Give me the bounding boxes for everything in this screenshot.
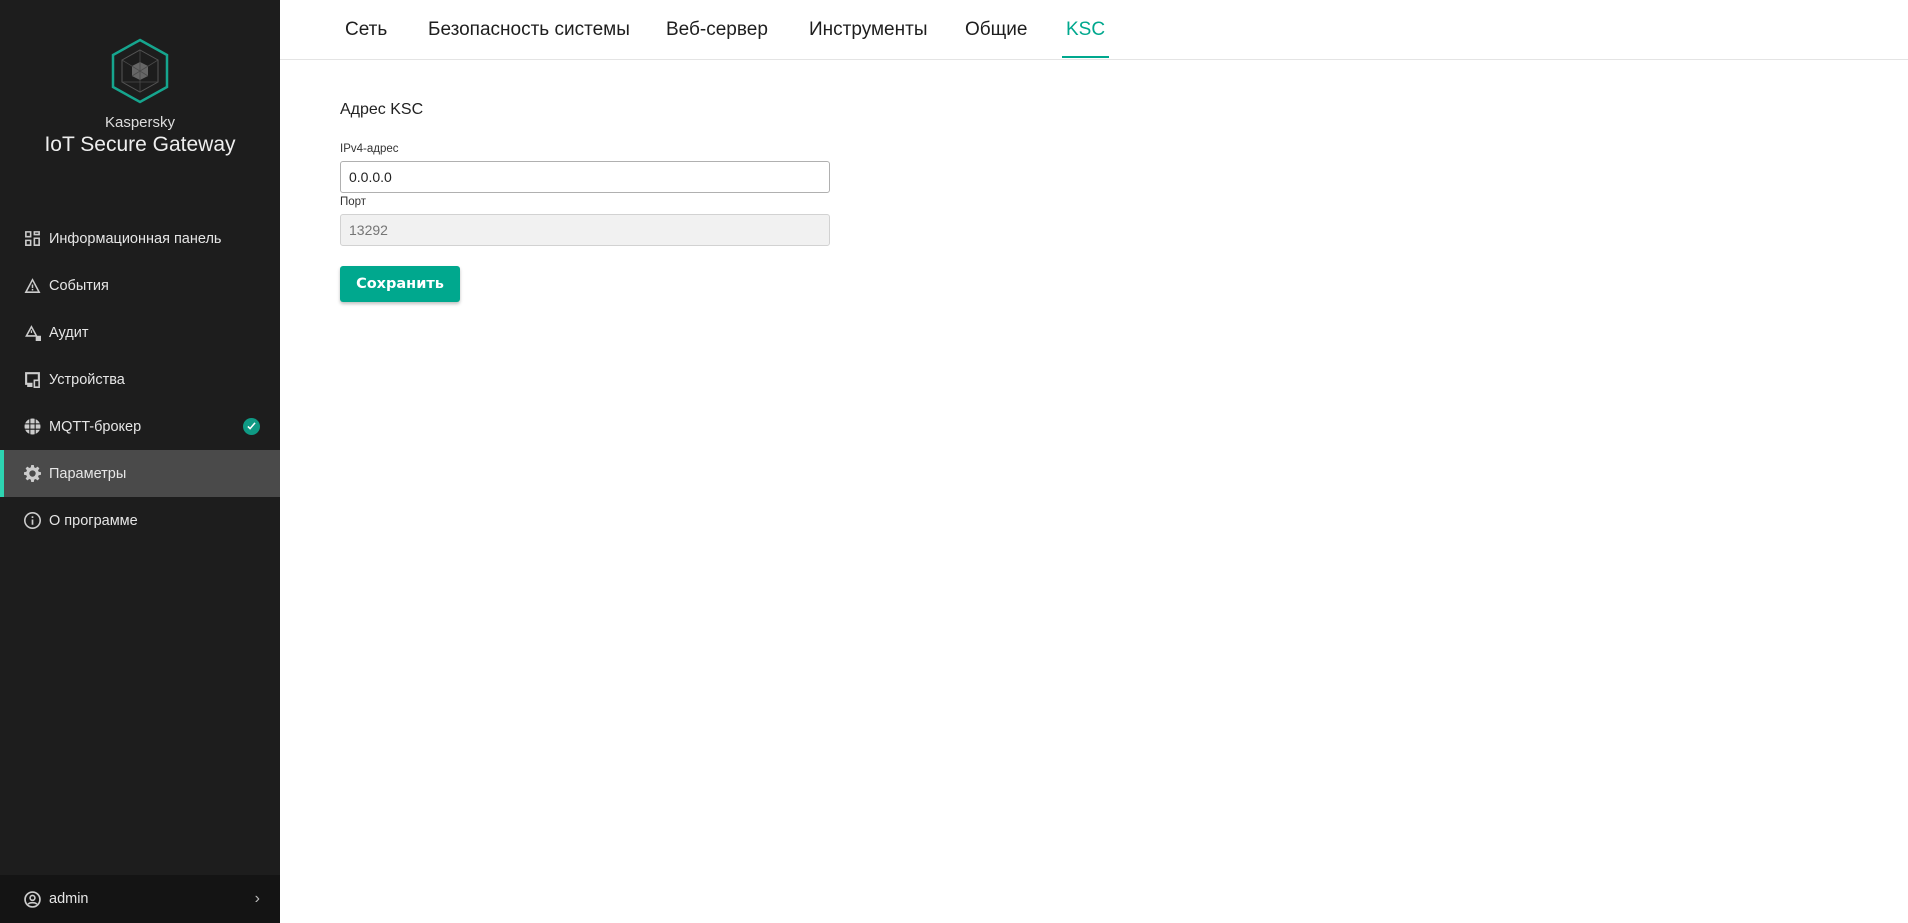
tab-network[interactable]: Сеть	[345, 19, 387, 56]
sidebar-item-label: MQTT-брокер	[49, 418, 142, 435]
brand-product: IoT Secure Gateway	[44, 133, 236, 156]
sidebar-item-label: События	[49, 277, 109, 294]
check-icon	[247, 422, 256, 430]
port-label: Порт	[340, 196, 367, 208]
sidebar-item-label: О программе	[49, 512, 138, 529]
sidebar-item-events[interactable]: События	[0, 262, 280, 309]
ipv4-input[interactable]	[340, 161, 830, 193]
sidebar-item-label: Аудит	[49, 324, 89, 341]
sidebar-item-label: Параметры	[49, 465, 127, 482]
section-title: Адрес KSC	[340, 101, 424, 118]
sidebar-item-mqtt[interactable]: MQTT-брокер	[0, 403, 280, 450]
username: admin	[49, 891, 89, 907]
brand-vendor: Kaspersky	[104, 114, 176, 131]
gear-icon	[24, 465, 41, 482]
user-icon	[24, 890, 41, 908]
info-icon	[24, 512, 41, 529]
tab-web-server[interactable]: Веб-сервер	[666, 19, 768, 56]
sidebar-item-settings[interactable]: Параметры	[0, 450, 280, 497]
tab-ksc[interactable]: KSC	[1062, 19, 1110, 58]
audit-icon	[25, 325, 41, 341]
dashboard-icon	[25, 231, 40, 246]
tab-tools[interactable]: Инструменты	[809, 19, 927, 56]
sidebar-nav: Информационная панель События Аудит Устр…	[0, 215, 280, 544]
sidebar: Kaspersky IoT Secure Gateway Информацион…	[0, 0, 280, 923]
devices-icon	[25, 372, 40, 388]
tab-general[interactable]: Общие	[965, 19, 1027, 56]
user-menu[interactable]: admin ›	[0, 875, 280, 923]
chevron-right-icon: ›	[254, 890, 260, 907]
save-button[interactable]: Сохранить	[340, 266, 460, 302]
sidebar-item-devices[interactable]: Устройства	[0, 356, 280, 403]
sidebar-item-label: Информационная панель	[49, 230, 222, 247]
sidebar-item-label: Устройства	[49, 371, 125, 388]
settings-tabs: Сеть Безопасность системы Веб-сервер Инс…	[280, 0, 1908, 60]
tab-system-security[interactable]: Безопасность системы	[428, 19, 630, 56]
ipv4-label: IPv4-адрес	[340, 143, 399, 155]
sidebar-item-dashboard[interactable]: Информационная панель	[0, 215, 280, 262]
port-input[interactable]	[340, 214, 830, 246]
warning-icon	[24, 278, 41, 293]
status-ok-badge	[243, 418, 260, 435]
globe-icon	[24, 418, 41, 435]
sidebar-item-audit[interactable]: Аудит	[0, 309, 280, 356]
sidebar-item-about[interactable]: О программе	[0, 497, 280, 544]
kaspersky-logo-icon	[111, 38, 169, 104]
